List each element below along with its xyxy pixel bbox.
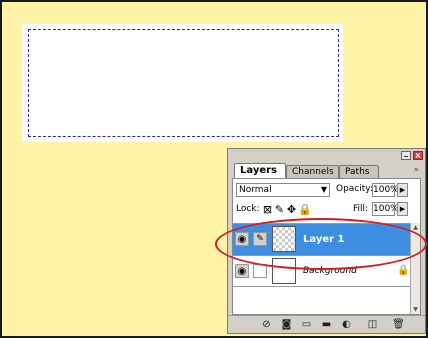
fill-label: Fill: [353,204,369,214]
panel-titlebar[interactable] [228,149,425,163]
opacity-field[interactable]: 100% [372,183,399,197]
panel-menu-icon[interactable]: » [413,165,419,175]
scroll-up-icon[interactable]: ▲ [411,223,420,232]
lock-options: ⊠ ✎ ✥🔒 [262,203,312,216]
opacity-label: Opacity: [336,184,373,194]
close-icon[interactable] [413,151,423,160]
blend-mode-select[interactable]: Normal ▼ [236,183,330,197]
minimize-icon[interactable] [401,151,411,160]
lock-transparency-icon[interactable]: ⊠ [262,203,274,216]
mask-icon[interactable]: ▭ [300,319,313,330]
tab-paths[interactable]: Paths [339,165,379,178]
lock-position-icon[interactable]: ✥ [286,203,298,216]
link-slot[interactable] [253,264,267,278]
layer-row-layer-1[interactable]: ◉ ✎ Layer 1 [233,223,410,255]
tab-channels[interactable]: Channels [286,165,339,178]
brush-icon[interactable]: ✎ [253,232,267,246]
panel-tabs: Layers Channels Paths » [232,163,423,178]
opacity-slider-arrow-icon[interactable]: ▶ [397,183,408,197]
trash-icon[interactable]: 🗑 [392,319,405,330]
layers-tab-body: Normal ▼ Opacity: 100% ▶ Lock: ⊠ ✎ ✥🔒 Fill… [232,178,421,315]
eye-icon[interactable]: ◉ [235,232,249,246]
layers-panel: Layers Channels Paths » Normal ▼ Opacity… [227,148,426,334]
layer-row-background[interactable]: ◉ Background 🔒 [233,255,410,287]
layer-name: Layer 1 [303,234,345,245]
lock-pixels-icon[interactable]: ✎ [274,203,286,216]
new-layer-icon[interactable]: ◫ [366,319,379,330]
layer-style-icon[interactable]: ◙ [280,319,293,330]
blend-opacity-row: Normal ▼ Opacity: 100% ▶ [236,183,417,199]
lock-fill-row: Lock: ⊠ ✎ ✥🔒 Fill: 100% ▶ [236,202,417,218]
selection-marquee [28,29,339,137]
lock-label: Lock: [236,204,260,214]
layer-thumbnail [272,258,296,284]
layer-thumbnail [272,226,296,252]
layers-scrollbar[interactable]: ▲ ▼ [410,223,420,314]
blend-mode-value: Normal [239,185,272,195]
eye-icon[interactable]: ◉ [235,264,249,278]
tab-layers[interactable]: Layers [234,163,286,178]
adjustment-layer-icon[interactable]: ◐ [340,319,353,330]
folder-icon[interactable]: ▬ [320,319,333,330]
layers-bottom-toolbar: ⊘ ◙ ▭ ▬ ◐ ◫ 🗑 [228,315,425,333]
chevron-down-icon: ▼ [320,185,327,194]
fill-field[interactable]: 100% [372,202,399,216]
lock-all-icon[interactable]: 🔒 [298,203,312,216]
scroll-down-icon[interactable]: ▼ [411,305,420,314]
lock-icon: 🔒 [397,265,410,276]
link-icon[interactable]: ⊘ [260,319,273,330]
layer-name: Background [303,266,357,276]
fill-slider-arrow-icon[interactable]: ▶ [397,202,408,216]
